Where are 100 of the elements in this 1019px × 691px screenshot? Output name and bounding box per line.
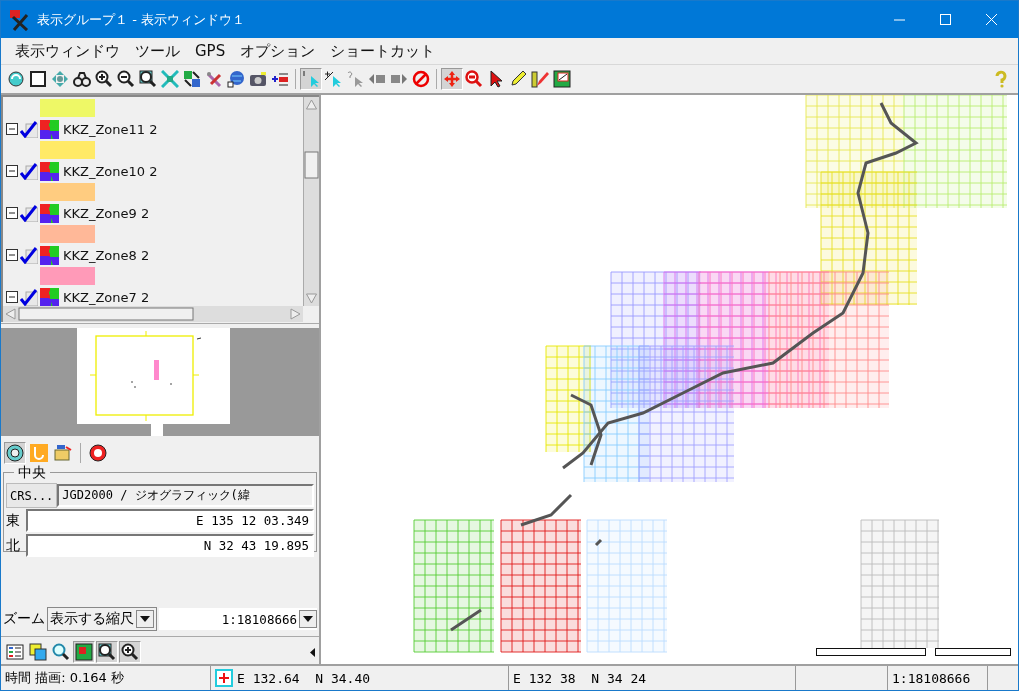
- collapse-icon[interactable]: [6, 123, 18, 135]
- zoom-icon: [465, 70, 483, 88]
- map-tiles-icon: [183, 70, 201, 88]
- window-title: 表示グループ１ - 表示ウィンドウ１: [37, 10, 246, 29]
- collapse-icon[interactable]: [6, 291, 18, 303]
- layer-name[interactable]: KKZ_Zone10 2: [63, 163, 158, 179]
- numbered-cursor-icon: [302, 70, 320, 88]
- raster-layer-icon: [40, 245, 59, 265]
- zoom-in-icon: [95, 70, 113, 88]
- raster-layer-icon: [40, 161, 59, 181]
- lifebuoy-icon: [89, 444, 107, 462]
- zoom-in-icon: [121, 643, 139, 661]
- legend-icon: [6, 643, 24, 661]
- horizontal-scrollbar[interactable]: [3, 306, 303, 322]
- menu-item[interactable]: ショートカット: [324, 41, 445, 61]
- search-icon: [52, 643, 70, 661]
- add-layer-icon: [271, 70, 289, 88]
- zoom-box-icon: [139, 70, 157, 88]
- collapse-icon[interactable]: [6, 207, 18, 219]
- maximize-icon[interactable]: [939, 14, 951, 25]
- east-field[interactable]: E 135 12 03.349: [26, 509, 314, 532]
- position-coordinates: E 132 38 N 34 24: [509, 666, 796, 690]
- prohibited-button[interactable]: [410, 68, 432, 90]
- overlapping-squares-icon: [29, 643, 47, 661]
- zoom-mode-dropdown[interactable]: 表示する縮尺: [47, 607, 157, 631]
- folder-icon: [54, 444, 72, 462]
- map-frame-button[interactable]: [551, 68, 573, 90]
- collapse-icon[interactable]: [6, 165, 18, 177]
- north-label: 北: [6, 536, 21, 555]
- vertical-scrollbar[interactable]: [303, 97, 319, 306]
- layer-checkbox[interactable]: [20, 204, 38, 222]
- lifebuoy-button[interactable]: [87, 442, 109, 464]
- cursor-coordinates: E 132.64 N 34.40: [237, 670, 371, 686]
- overview-map-drawing[interactable]: [1, 328, 319, 436]
- legend-button[interactable]: [4, 641, 26, 663]
- map-tiles-button[interactable]: [181, 68, 203, 90]
- ruler-pencil-icon: [531, 70, 549, 88]
- zoom-out-icon: [117, 70, 135, 88]
- arrow-cursor-icon: [487, 70, 505, 88]
- target-button[interactable]: [4, 442, 26, 464]
- search-button[interactable]: [50, 641, 72, 663]
- group-title: 中央: [14, 464, 50, 482]
- layer-name[interactable]: KKZ_Zone9 2: [63, 205, 150, 221]
- zoom-box-button[interactable]: [96, 641, 118, 663]
- question-cursor-icon: [346, 70, 364, 88]
- zoom-box-icon: [98, 643, 116, 661]
- arrows-inward-icon: [161, 70, 179, 88]
- square-button[interactable]: [27, 68, 49, 90]
- layer-name[interactable]: KKZ_Zone7 2: [63, 289, 150, 305]
- scale-combobox[interactable]: 1:18108666: [159, 608, 317, 630]
- camera-icon: [249, 70, 267, 88]
- raster-layer-icon: [40, 287, 59, 306]
- crosshair-toggle-icon[interactable]: [215, 669, 233, 687]
- layer-checkbox[interactable]: [20, 288, 38, 306]
- map-scale: 1:18108666: [888, 666, 988, 690]
- raster-layer-icon: [40, 203, 59, 223]
- plus-minus-cursor-icon: [324, 70, 342, 88]
- zoom-in-button[interactable]: [93, 68, 115, 90]
- zoom-label: ズーム: [3, 610, 45, 628]
- layer-name[interactable]: KKZ_Zone8 2: [63, 247, 150, 263]
- binoculars-icon: [73, 70, 91, 88]
- square-icon: [29, 70, 47, 88]
- map-frame-icon: [553, 70, 571, 88]
- move-icon: [443, 70, 461, 88]
- folder-button[interactable]: [52, 442, 74, 464]
- collapse-arrow-icon[interactable]: [310, 647, 315, 657]
- layer-checkbox[interactable]: [20, 246, 38, 264]
- zoom-in-button[interactable]: [119, 641, 141, 663]
- east-label: 東: [6, 511, 21, 530]
- move-button[interactable]: [441, 68, 463, 90]
- zoom-button[interactable]: [463, 68, 485, 90]
- layer-checkbox[interactable]: [20, 120, 38, 138]
- zoom-box-button[interactable]: [137, 68, 159, 90]
- app-logo-icon: [9, 8, 31, 31]
- prohibited-icon: [412, 70, 430, 88]
- north-field[interactable]: N 32 43 19.895: [26, 534, 314, 557]
- refresh-button[interactable]: [5, 68, 27, 90]
- crs-field[interactable]: JGD2000 / ジオグラフィック(緯: [57, 484, 314, 507]
- menu-item[interactable]: オプション: [234, 41, 325, 61]
- close-icon[interactable]: [985, 14, 997, 25]
- menu-item[interactable]: GPS: [189, 42, 235, 60]
- collapse-icon[interactable]: [6, 249, 18, 261]
- pencil-icon: [509, 70, 527, 88]
- globe-button[interactable]: [225, 68, 247, 90]
- render-time: 時間 描画: 0.164 秒: [1, 666, 211, 690]
- map-thumbnail-button[interactable]: [73, 641, 95, 663]
- map-thumbnail-icon: [75, 643, 93, 661]
- crs-button[interactable]: CRS...: [6, 483, 58, 508]
- globe-icon: [227, 70, 245, 88]
- layer-checkbox[interactable]: [20, 162, 38, 180]
- raster-layer-icon: [40, 119, 59, 139]
- four-arrows-icon: [51, 70, 69, 88]
- refresh-icon: [7, 70, 25, 88]
- ruler-pencil-button[interactable]: [529, 68, 551, 90]
- menu-item[interactable]: 表示ウィンドウ: [9, 41, 129, 61]
- menu-item[interactable]: ツール: [129, 41, 189, 61]
- layer-name[interactable]: KKZ_Zone11 2: [63, 121, 158, 137]
- target-icon: [6, 444, 24, 462]
- overlapping-squares-button[interactable]: [27, 641, 49, 663]
- zoom-out-button[interactable]: [115, 68, 137, 90]
